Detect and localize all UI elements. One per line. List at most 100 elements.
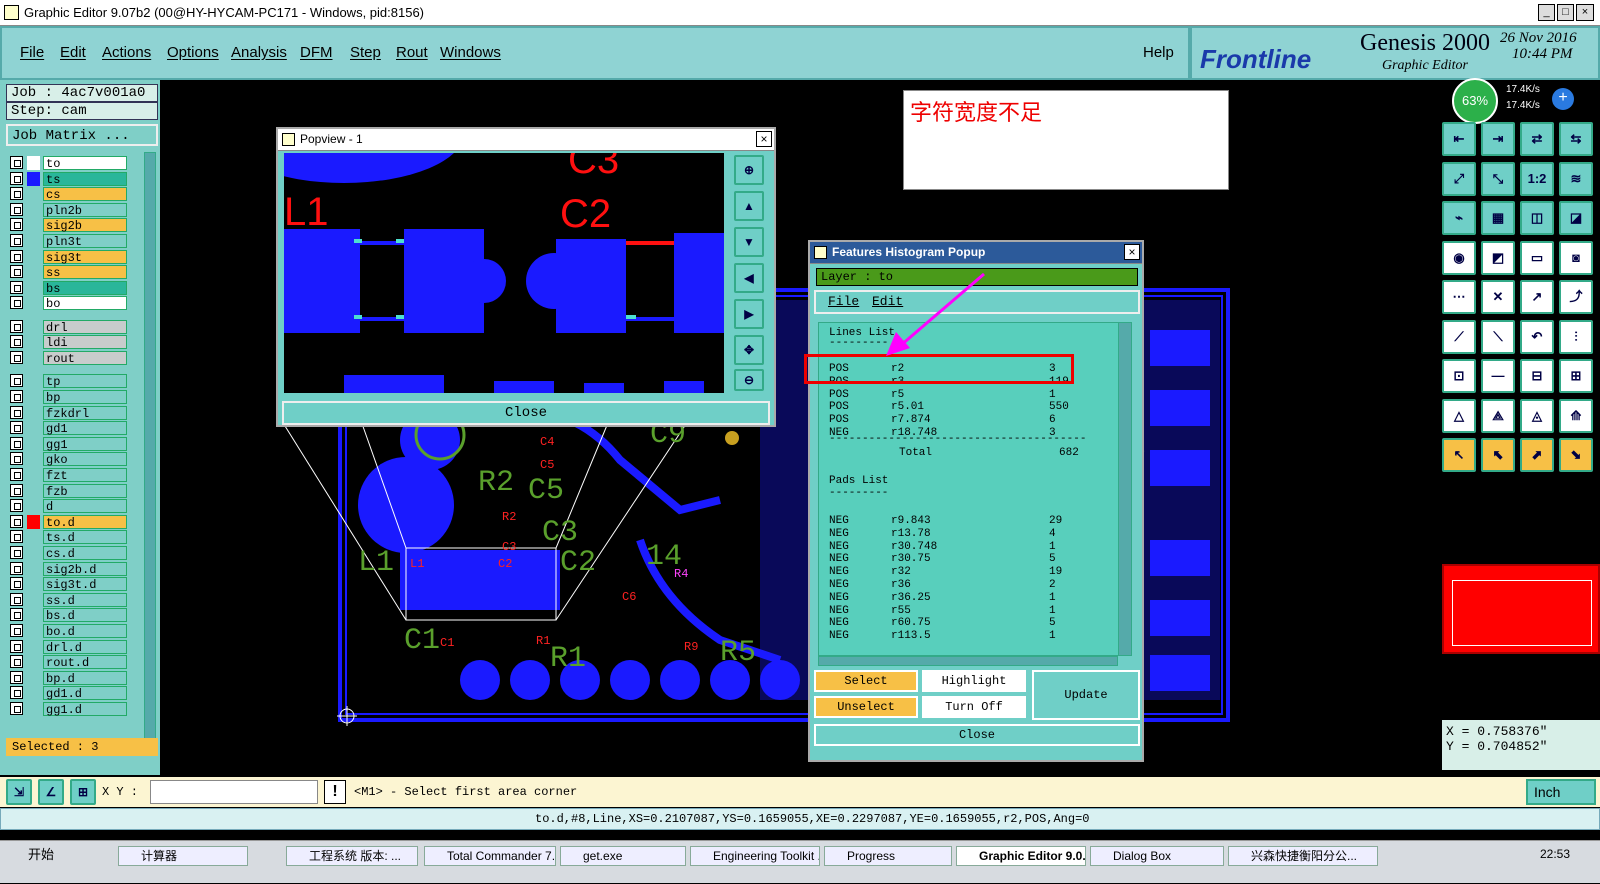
layer-name[interactable]: ts.d [43,530,127,545]
layer-checkbox[interactable] [10,171,23,185]
layer-row[interactable]: ss.d [10,592,128,608]
pad-row[interactable]: NEG r60.75 5 [819,617,1119,630]
pan-down-icon[interactable]: ▼ [734,227,764,257]
layer-row[interactable]: bo [10,296,128,311]
layer-row[interactable]: gd1.d [10,686,128,701]
layer-row[interactable]: gd1 [10,421,128,436]
arc-icon[interactable]: ◬ [1520,398,1554,433]
merge-icon[interactable]: ⊞ [1559,359,1593,393]
maximize-button[interactable]: □ [1557,4,1574,21]
layer-checkbox[interactable] [10,655,23,669]
layer-row[interactable]: to [10,156,128,171]
taskbar-item[interactable]: Engineering Toolkit ... [690,846,820,866]
layer-row[interactable]: fzt [10,468,128,483]
select-button[interactable]: Select [814,670,918,692]
menu-rout[interactable]: Rout [396,44,428,61]
pad-row[interactable]: NEG r32 19 [819,566,1119,579]
histogram-close-button[interactable]: Close [814,724,1140,746]
layer-checkbox[interactable] [10,421,23,435]
layer-row[interactable]: bs [10,280,128,296]
layer-name[interactable]: bo [43,296,127,311]
layer-name[interactable]: ss [43,265,127,280]
pad-row[interactable]: NEG r13.78 4 [819,528,1119,541]
histogram-menu-file[interactable]: File [828,294,859,309]
grid-icon[interactable]: ▦ [1481,201,1515,235]
layer-name[interactable]: ss.d [43,592,127,608]
layer-name[interactable]: gg1.d [43,702,127,717]
layer-name[interactable]: gko [43,452,127,467]
menu-file[interactable]: File [20,44,44,61]
menu-windows[interactable]: Windows [440,44,501,61]
layer-row[interactable]: drl.d [10,639,128,655]
unselect-button[interactable]: Unselect [814,696,918,718]
layer-row[interactable]: gko [10,452,128,467]
select-icon[interactable]: ⬉ [1481,438,1515,472]
popview-close-button[interactable]: Close [282,401,770,425]
layer-name[interactable]: bp.d [43,670,127,686]
layer-checkbox[interactable] [10,530,23,544]
layer-checkbox[interactable] [10,452,23,466]
pad-row[interactable]: NEG r55 1 [819,605,1119,618]
undo-icon[interactable]: ↶ [1520,319,1554,354]
layer-name[interactable]: drl [43,319,127,335]
zoom-end-icon[interactable]: ⇥ [1481,122,1515,156]
units-selector[interactable]: Inch [1526,779,1596,805]
pointer-icon[interactable]: ↖ [1442,438,1476,472]
layer-name[interactable]: rout [43,351,127,366]
menu-actions[interactable]: Actions [102,44,151,61]
line-row[interactable]: POS r7.874 6 [819,414,1119,427]
taskbar-item[interactable]: Progress [824,846,952,866]
layer-checkbox[interactable] [10,374,23,388]
layer-checkbox[interactable] [10,335,23,349]
layer-checkbox[interactable] [10,218,23,232]
pad-row[interactable]: NEG r30.748 1 [819,541,1119,554]
select-down-icon[interactable]: ⬊ [1559,438,1593,472]
layer-name[interactable]: to [43,156,127,171]
layer-row[interactable]: bp.d [10,670,128,686]
select-up-icon[interactable]: ⬈ [1520,438,1554,472]
zoom-out-icon[interactable]: ⊖ [734,369,764,391]
layer-name[interactable]: fzkdrl [43,405,127,421]
layer-row[interactable]: cs [10,187,128,202]
fit-icon[interactable]: ⤢ [1442,161,1476,196]
layer-checkbox[interactable] [10,187,23,201]
layer-name[interactable]: pln2b [43,202,127,218]
layer-checkbox[interactable] [10,608,23,622]
taskbar-item[interactable]: 工程系统 版本: ... [286,846,418,866]
layer-name[interactable]: fzt [43,468,127,483]
line-row[interactable]: POS r5.01 550 [819,401,1119,414]
close-window-button[interactable]: × [1576,4,1594,21]
taskbar-item[interactable]: 计算器 [118,846,248,866]
highlight-button[interactable]: Highlight [922,670,1026,692]
layer-row[interactable]: pln3t [10,234,128,249]
layer-name[interactable]: ts [43,171,127,187]
layer-name[interactable]: bp [43,390,127,405]
layer-row[interactable]: bs.d [10,608,128,623]
layer-name[interactable]: gd1.d [43,686,127,701]
layer-checkbox[interactable] [10,156,23,169]
layer-name[interactable]: ldi [43,335,127,350]
layer-checkbox[interactable] [10,514,23,528]
pan-up-icon[interactable]: ▲ [734,191,764,221]
taskbar-item[interactable]: 兴森快捷衡阳分公... [1228,846,1378,866]
pad-row[interactable]: NEG r30.75 5 [819,553,1119,566]
pad-icon[interactable]: ◩ [1481,240,1515,275]
layer-name[interactable]: pln3t [43,234,127,249]
job-matrix-button[interactable]: Job Matrix ... [6,124,158,146]
pad-row[interactable]: NEG r36.25 1 [819,592,1119,605]
layer-row[interactable]: ldi [10,335,128,350]
layer-checkbox[interactable] [10,639,23,653]
layer-checkbox[interactable] [10,624,23,637]
layer-name[interactable]: bo.d [43,624,127,639]
dash-icon[interactable]: ― [1481,359,1515,393]
layer-row[interactable]: bp [10,390,128,405]
xy-input[interactable] [150,780,318,804]
pan-right-icon[interactable]: ▶ [734,299,764,329]
histogram-close-x[interactable]: × [1124,244,1140,260]
layer-name[interactable]: to.d [43,514,127,530]
layer-name[interactable]: tp [43,374,127,389]
box-icon[interactable]: ⊡ [1442,359,1476,393]
layer-row[interactable]: fzb [10,483,128,499]
zoom-fit-icon[interactable]: ✥ [734,335,764,365]
pad-row[interactable]: NEG r36 2 [819,579,1119,592]
